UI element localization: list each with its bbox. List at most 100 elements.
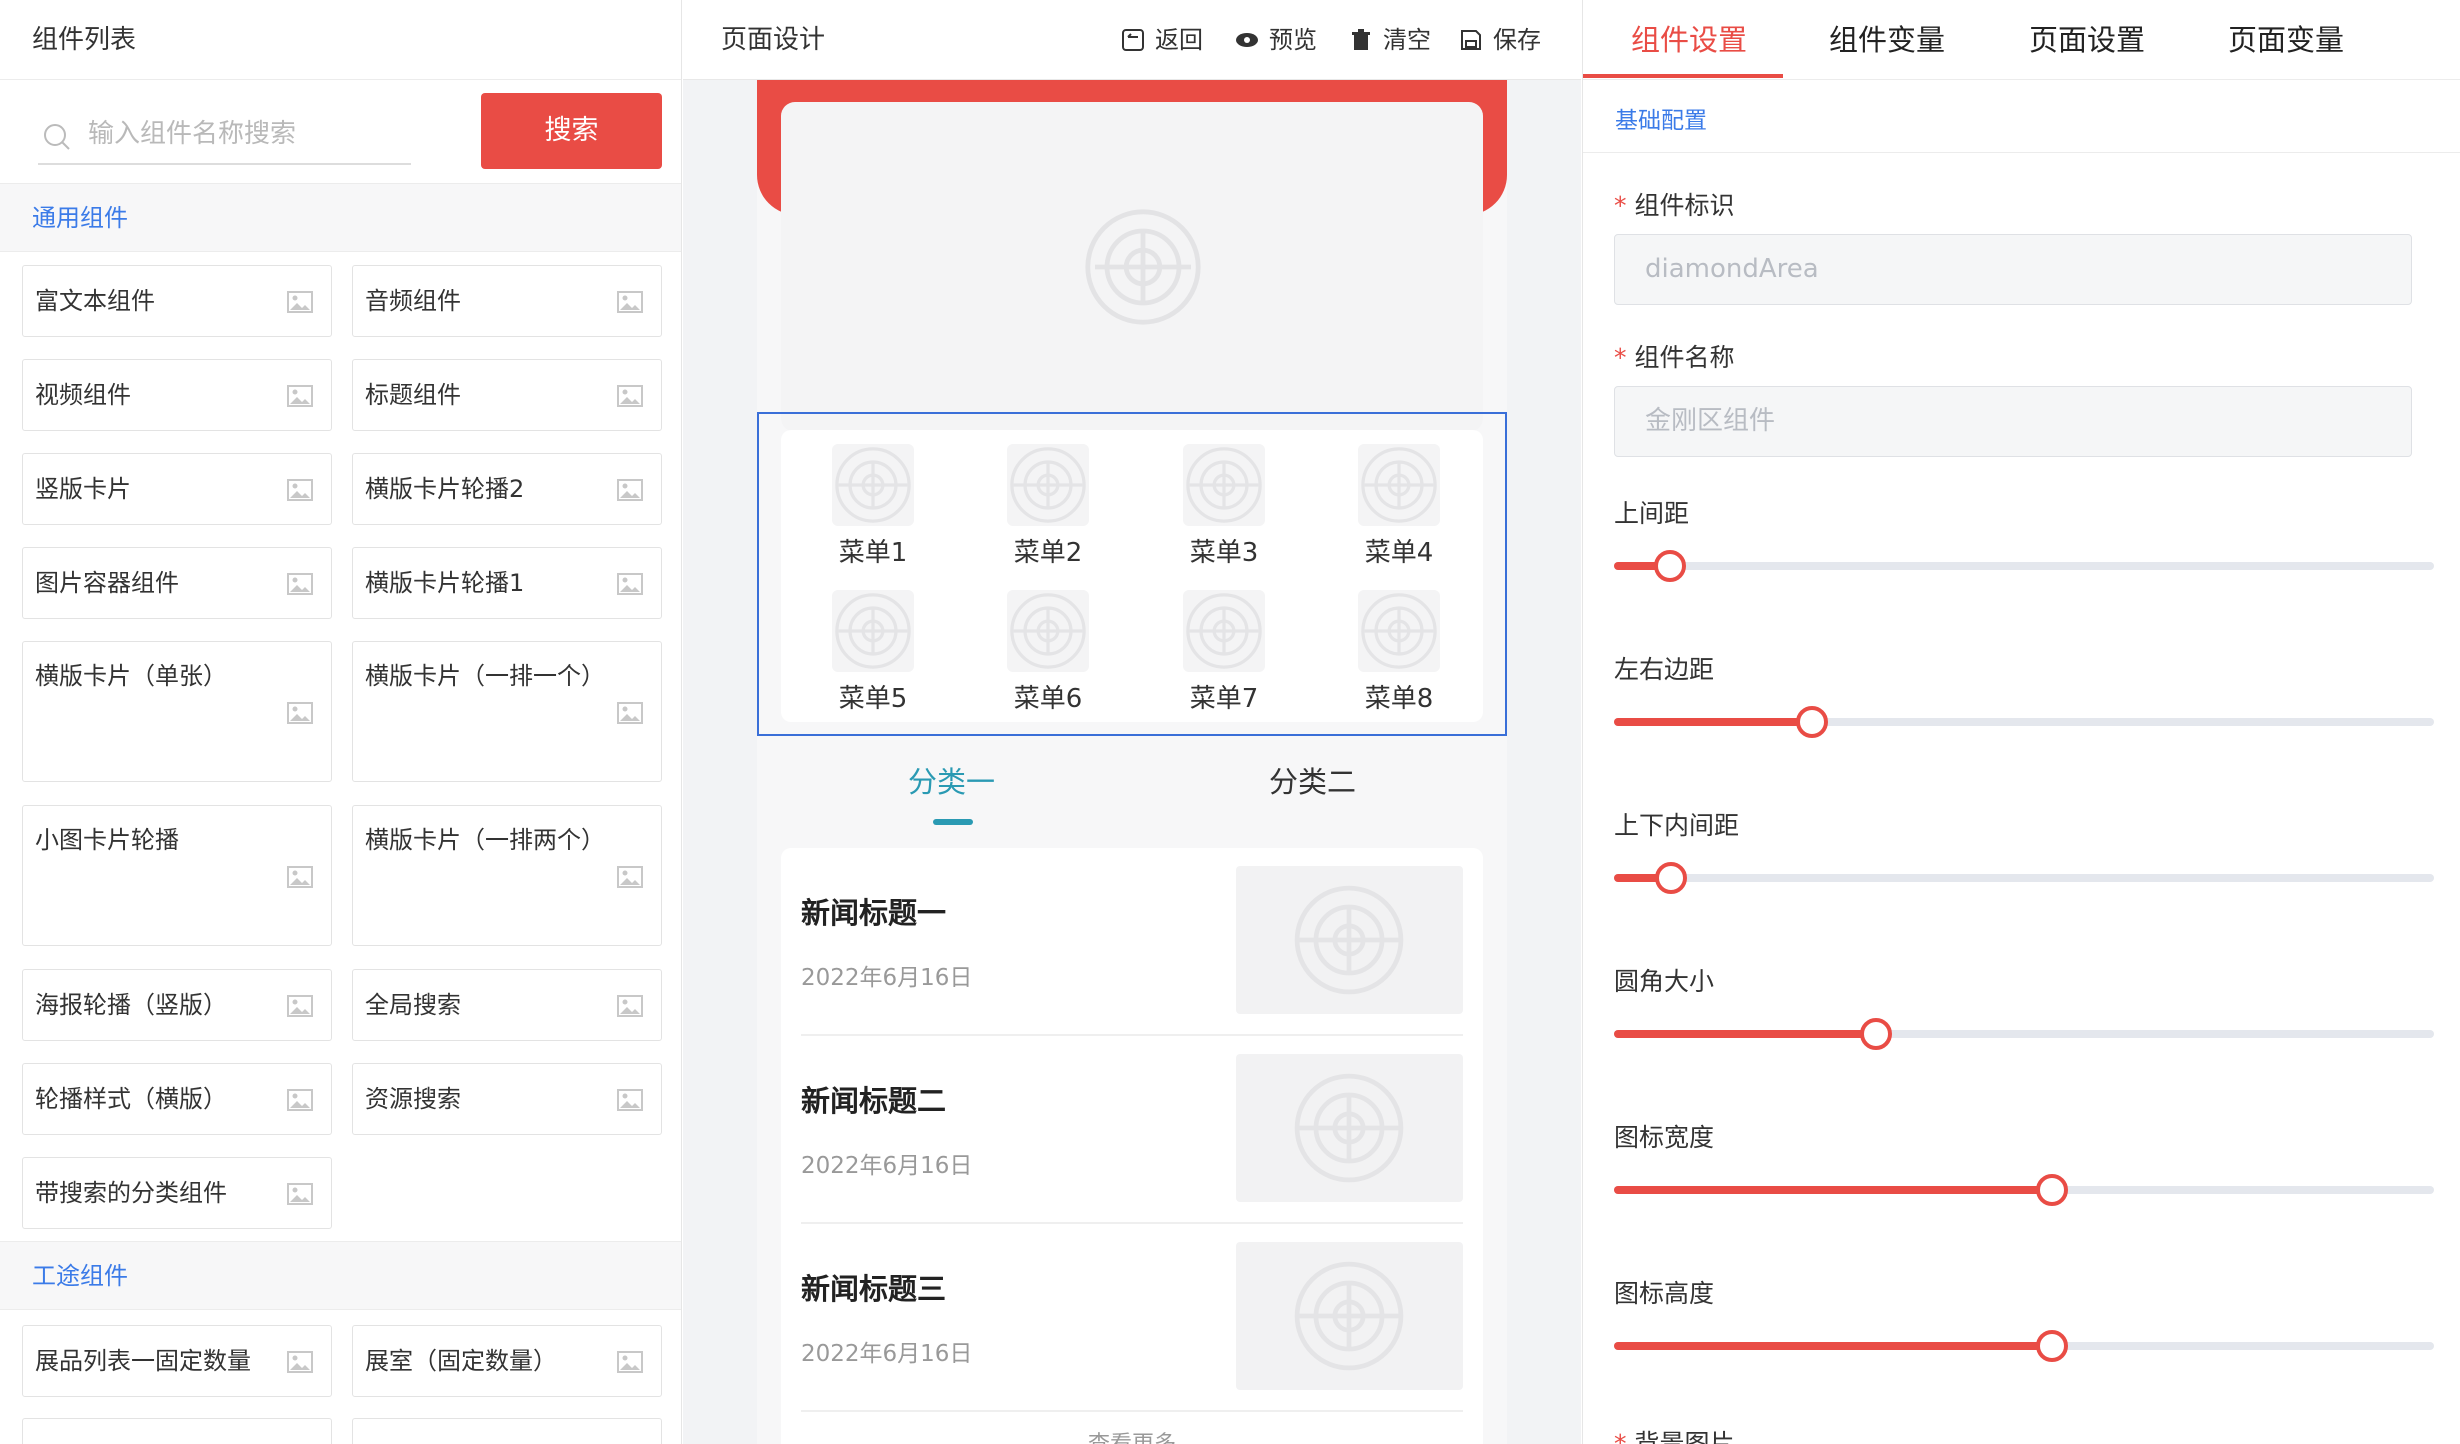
news-item[interactable]: 新闻标题一 2022年6月16日	[801, 848, 1463, 1036]
save-button[interactable]: 保存	[1459, 0, 1541, 80]
tab-component-variables[interactable]: 组件变量	[1829, 0, 1945, 80]
menu-item[interactable]: 菜单7	[1164, 590, 1284, 715]
back-label: 返回	[1155, 26, 1203, 54]
design-title: 页面设计	[721, 25, 826, 55]
slider-thumb[interactable]	[1860, 1018, 1892, 1050]
component-card-label: 横版卡片轮播2	[365, 475, 525, 503]
slider-thumb[interactable]	[1655, 862, 1687, 894]
slider-label: 左右边距	[1614, 655, 1715, 684]
slider[interactable]	[1614, 1013, 2434, 1053]
component-card[interactable]: 小图卡片轮播	[22, 805, 332, 946]
component-card[interactable]	[22, 1418, 332, 1444]
component-card[interactable]: 横版卡片轮播1	[352, 547, 662, 619]
design-toolbar: 页面设计 返回 预览 清空 保存	[683, 0, 1581, 80]
banner-image[interactable]	[781, 102, 1483, 432]
component-card[interactable]: 横版卡片轮播2	[352, 453, 662, 525]
category-header[interactable]: 工途组件	[0, 1241, 681, 1310]
category-header[interactable]: 通用组件	[0, 183, 681, 252]
news-item[interactable]: 新闻标题二 2022年6月16日	[801, 1036, 1463, 1224]
menu-item[interactable]: 菜单8	[1339, 590, 1459, 715]
component-card[interactable]: 音频组件	[352, 265, 662, 337]
slider-fill	[1614, 1186, 2052, 1194]
component-card[interactable]: 海报轮播（竖版）	[22, 969, 332, 1041]
menu-icon	[1339, 444, 1459, 526]
news-thumbnail	[1236, 1054, 1463, 1202]
news-title: 新闻标题二	[801, 1084, 947, 1118]
component-card[interactable]: 视频组件	[22, 359, 332, 431]
slider[interactable]	[1614, 1325, 2434, 1365]
placeholder-logo-icon	[1294, 885, 1404, 995]
component-card-label: 视频组件	[35, 381, 131, 409]
component-card-label: 横版卡片轮播1	[365, 569, 525, 597]
component-card-label: 海报轮播（竖版）	[35, 991, 227, 1019]
placeholder-logo-icon	[1294, 1261, 1404, 1371]
search-button[interactable]: 搜索	[481, 93, 662, 169]
component-card[interactable]: 全局搜索	[352, 969, 662, 1041]
component-card[interactable]: 横版卡片（一排一个）	[352, 641, 662, 782]
tab-page-variables[interactable]: 页面变量	[2228, 0, 2344, 80]
search-placeholder: 输入组件名称搜索	[88, 119, 297, 149]
image-icon	[287, 1089, 313, 1111]
component-id-field[interactable]: diamondArea	[1614, 234, 2412, 305]
component-card[interactable]: 竖版卡片	[22, 453, 332, 525]
component-card[interactable]: 图片容器组件	[22, 547, 332, 619]
component-name-label: * 组件名称	[1614, 343, 1735, 372]
clear-button[interactable]: 清空	[1349, 0, 1431, 80]
component-card[interactable]: 资源搜索	[352, 1063, 662, 1135]
menu-item[interactable]: 菜单3	[1164, 444, 1284, 569]
slider-thumb[interactable]	[1654, 550, 1686, 582]
tab-category-1[interactable]: 分类一	[908, 759, 995, 801]
slider-thumb[interactable]	[2036, 1330, 2068, 1362]
back-button[interactable]: 返回	[1121, 0, 1203, 80]
diamond-area-component[interactable]: 菜单1 菜单2 菜单3 菜单4 菜单5 菜单6 菜单7 菜单8	[757, 412, 1507, 736]
slider[interactable]	[1614, 1169, 2434, 1209]
tab-page-settings[interactable]: 页面设置	[2029, 0, 2145, 80]
slider-track[interactable]	[1614, 562, 2434, 570]
component-card[interactable]: 展室（固定数量）	[352, 1325, 662, 1397]
component-name-field[interactable]: 金刚区组件	[1614, 386, 2412, 457]
component-card[interactable]: 轮播样式（横版）	[22, 1063, 332, 1135]
background-image-label: * 背景图片	[1614, 1429, 1735, 1444]
section-basic-config[interactable]: 基础配置	[1615, 101, 1707, 135]
save-label: 保存	[1493, 26, 1541, 54]
menu-item[interactable]: 菜单1	[813, 444, 933, 569]
component-card[interactable]: 标题组件	[352, 359, 662, 431]
menu-item[interactable]: 菜单4	[1339, 444, 1459, 569]
component-card[interactable]: 横版卡片（一排两个）	[352, 805, 662, 946]
menu-icon	[988, 444, 1108, 526]
tab-component-settings[interactable]: 组件设置	[1631, 0, 1747, 80]
menu-item[interactable]: 菜单6	[988, 590, 1108, 715]
news-title: 新闻标题一	[801, 896, 947, 930]
component-list-title: 组件列表	[0, 0, 681, 80]
component-card[interactable]: 富文本组件	[22, 265, 332, 337]
menu-item[interactable]: 菜单2	[988, 444, 1108, 569]
slider-thumb[interactable]	[2036, 1174, 2068, 1206]
menu-label: 菜单8	[1364, 684, 1434, 714]
image-icon	[617, 701, 643, 724]
preview-button[interactable]: 预览	[1235, 0, 1317, 80]
image-icon	[287, 479, 313, 501]
component-card[interactable]: 展品列表一固定数量	[22, 1325, 332, 1397]
slider-thumb[interactable]	[1796, 706, 1828, 738]
component-card-label: 小图卡片轮播	[35, 826, 179, 854]
tab-category-2[interactable]: 分类二	[1269, 759, 1356, 801]
component-card[interactable]: 横版卡片（单张）	[22, 641, 332, 782]
slider[interactable]	[1614, 545, 2434, 585]
component-card[interactable]	[352, 1418, 662, 1444]
slider-track[interactable]	[1614, 874, 2434, 882]
image-icon	[617, 865, 643, 888]
view-more-link[interactable]: 查看更多	[757, 1426, 1507, 1444]
image-icon	[287, 573, 313, 595]
news-item[interactable]: 新闻标题三 2022年6月16日	[801, 1224, 1463, 1412]
component-card-label: 轮播样式（横版）	[35, 1085, 227, 1113]
clear-label: 清空	[1383, 26, 1431, 54]
news-thumbnail	[1236, 866, 1463, 1014]
menu-icon	[813, 444, 933, 526]
slider[interactable]	[1614, 701, 2434, 741]
settings-tab-indicator	[1583, 74, 1783, 78]
slider[interactable]	[1614, 857, 2434, 897]
menu-item[interactable]: 菜单5	[813, 590, 933, 715]
back-icon	[1122, 29, 1144, 51]
image-icon	[617, 291, 643, 313]
component-card[interactable]: 带搜索的分类组件	[22, 1157, 332, 1229]
